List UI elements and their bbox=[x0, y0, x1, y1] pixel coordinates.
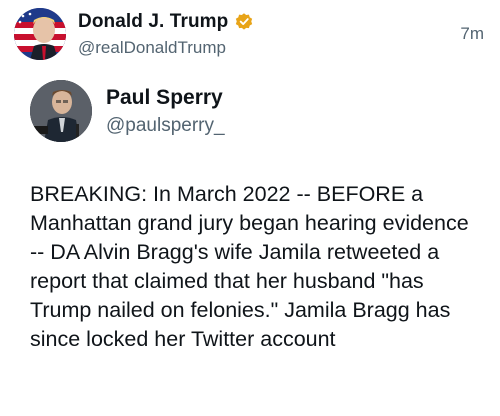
quoted-post-text: BREAKING: In March 2022 -- BEFORE a Manh… bbox=[30, 182, 469, 351]
author-info: Donald J. Trump @realDonaldTrump bbox=[78, 8, 254, 58]
quoted-post-header: Paul Sperry @paulsperry_ bbox=[30, 80, 470, 144]
post-timestamp[interactable]: 7m bbox=[460, 24, 484, 44]
post-screenshot: Donald J. Trump @realDonaldTrump 7m Paul… bbox=[0, 0, 500, 416]
author-handle[interactable]: @realDonaldTrump bbox=[78, 38, 254, 58]
quoted-author-info: Paul Sperry @paulsperry_ bbox=[106, 80, 225, 137]
quoted-author-handle[interactable]: @paulsperry_ bbox=[106, 115, 225, 137]
verified-badge-icon bbox=[234, 12, 254, 32]
quoted-author-avatar[interactable] bbox=[30, 80, 92, 142]
author-name-row: Donald J. Trump bbox=[78, 11, 254, 33]
post-header: Donald J. Trump @realDonaldTrump 7m bbox=[14, 8, 486, 64]
author-display-name[interactable]: Donald J. Trump bbox=[78, 11, 228, 33]
author-avatar[interactable] bbox=[14, 8, 66, 60]
quoted-author-name[interactable]: Paul Sperry bbox=[106, 86, 225, 110]
